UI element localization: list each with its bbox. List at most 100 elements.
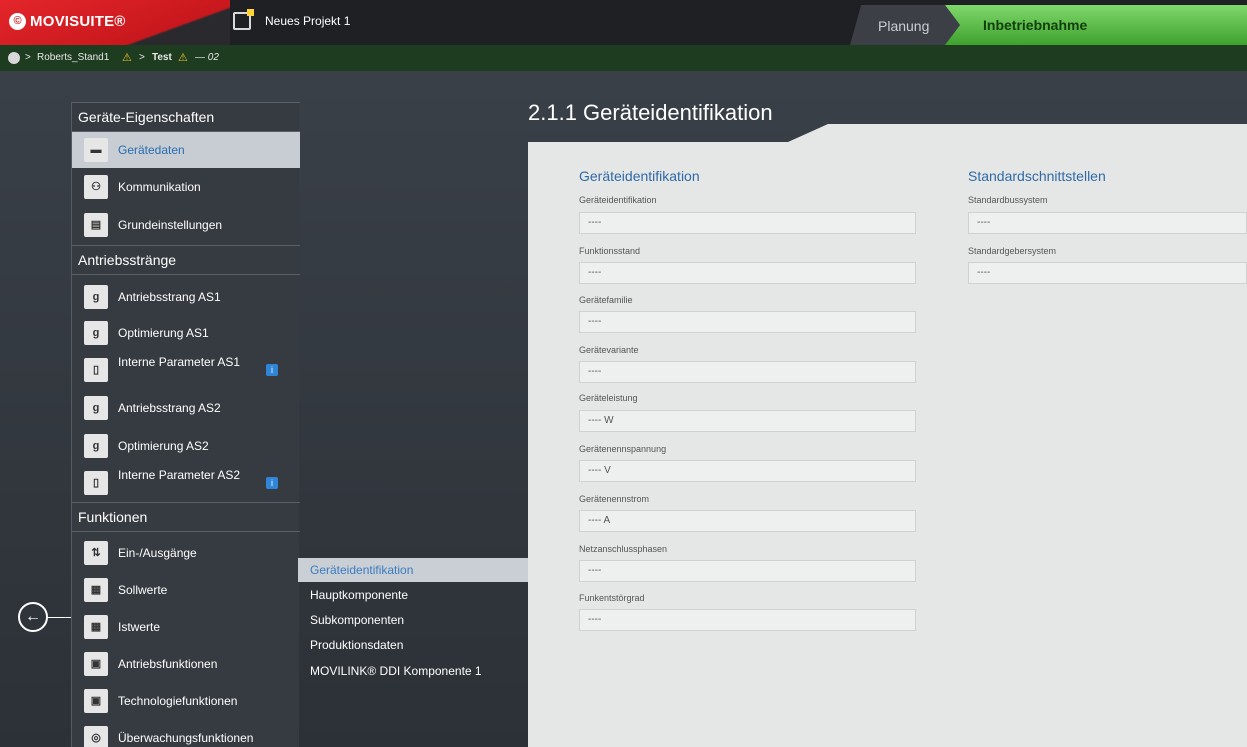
breadcrumb-item-3[interactable]: — 02 xyxy=(195,52,219,63)
nav-item-technologiefunktionen[interactable]: ▣ Technologiefunktionen xyxy=(72,683,300,719)
field-standardgebersystem: ---- xyxy=(968,262,1247,284)
subnav-item-movilink-ddi[interactable]: MOVILINK® DDI Komponente 1 xyxy=(298,659,528,683)
nav-item-label: Ein-/Ausgänge xyxy=(118,546,197,560)
field-geraetenennstrom: ---- A xyxy=(579,510,916,532)
field-label: Gerätenennspannung xyxy=(579,444,667,454)
nav-item-optimierung-as2[interactable]: g Optimierung AS2 xyxy=(72,428,300,464)
nav-item-ein-ausgaenge[interactable]: ⇅ Ein-/Ausgänge xyxy=(72,535,300,571)
nav-item-grundeinstellungen[interactable]: ▤ Grundeinstellungen xyxy=(72,207,300,243)
field-label: Gerätefamilie xyxy=(579,295,633,305)
back-button[interactable]: ← xyxy=(18,602,48,632)
field-label: Gerätevariante xyxy=(579,345,639,355)
field-geraetefamilie: ---- xyxy=(579,311,916,333)
home-icon[interactable] xyxy=(8,52,20,64)
nav-item-label: Antriebsstrang AS2 xyxy=(118,401,221,415)
nav-section-funktionen: Funktionen xyxy=(72,502,300,532)
nav-item-label: Optimierung AS2 xyxy=(118,439,209,453)
logo-text: MOVISUITE® xyxy=(30,13,126,30)
field-funkentstoergrad: ---- xyxy=(579,609,916,631)
nav-item-label: Interne Parameter AS1 xyxy=(118,355,241,369)
device-data-icon: ▬ xyxy=(84,138,108,162)
nav-item-optimierung-as1[interactable]: g Optimierung AS1 xyxy=(72,315,300,351)
io-icon: ⇅ xyxy=(84,541,108,565)
field-label: Standardbussystem xyxy=(968,195,1048,205)
nav-item-label: Antriebsstrang AS1 xyxy=(118,290,221,304)
actual-values-icon: ▦ xyxy=(84,615,108,639)
field-geraeteleistung: ---- W xyxy=(579,410,916,432)
group-title-standardschnittstellen: Standardschnittstellen xyxy=(968,168,1106,184)
nav-item-istwerte[interactable]: ▦ Istwerte xyxy=(72,609,300,645)
title-bar: © MOVISUITE® Neues Projekt 1 Planung Inb… xyxy=(0,0,1247,45)
info-icon: i xyxy=(266,364,278,376)
field-netzanschlussphasen: ---- xyxy=(579,560,916,582)
project-icon[interactable] xyxy=(233,9,254,30)
breadcrumb: > Roberts_Stand1 ⚠ > Test ⚠ — 02 xyxy=(0,45,1247,71)
nav-item-label: Interne Parameter AS2 xyxy=(118,468,241,482)
field-label: Gerätenennstrom xyxy=(579,494,650,504)
tab-inbetriebnahme-label: Inbetriebnahme xyxy=(983,17,1088,33)
group-title-geraeteidentifikation: Geräteidentifikation xyxy=(579,168,700,184)
field-standardbussystem: ---- xyxy=(968,212,1247,234)
nav-item-antriebsstrang-as2[interactable]: g Antriebsstrang AS2 xyxy=(72,390,300,426)
project-name[interactable]: Neues Projekt 1 xyxy=(265,14,350,28)
field-funktionsstand: ---- xyxy=(579,262,916,284)
optimization-icon: g xyxy=(84,434,108,458)
field-label: Funktionsstand xyxy=(579,246,641,256)
field-label: Geräteidentifikation xyxy=(579,195,657,205)
nav-item-sollwerte[interactable]: ▦ Sollwerte xyxy=(72,572,300,608)
breadcrumb-item-2[interactable]: Test xyxy=(152,52,172,63)
field-label: Geräteleistung xyxy=(579,393,638,403)
page-title: 2.1.1 Geräteidentifikation xyxy=(528,100,773,125)
field-label: Funkentstörgrad xyxy=(579,593,645,603)
settings-icon: ▤ xyxy=(84,213,108,237)
nav-item-label: Optimierung AS1 xyxy=(118,326,209,340)
subnav-item-geraeteidentifikation[interactable]: Geräteidentifikation xyxy=(298,558,528,582)
tab-inbetriebnahme[interactable]: Inbetriebnahme xyxy=(945,5,1247,45)
technology-icon: ▣ xyxy=(84,689,108,713)
nav-item-label: Sollwerte xyxy=(118,583,168,597)
drive-train-icon: g xyxy=(84,285,108,309)
subnav-item-hauptkomponente[interactable]: Hauptkomponente xyxy=(298,583,528,607)
nav-item-label: Antriebsfunktionen xyxy=(118,657,218,671)
nav-item-label: Kommunikation xyxy=(118,180,201,194)
chevron-right-icon: > xyxy=(25,52,31,63)
breadcrumb-item-1[interactable]: Roberts_Stand1 xyxy=(37,52,109,63)
field-label: Netzanschlussphasen xyxy=(579,544,668,554)
subnav-item-subkomponenten[interactable]: Subkomponenten xyxy=(298,608,528,632)
left-navigation: Geräte-Eigenschaften ▬ Gerätedaten ⚇ Kom… xyxy=(71,102,300,747)
back-connector xyxy=(48,617,71,618)
subnav-item-produktionsdaten[interactable]: Produktionsdaten xyxy=(298,633,528,657)
field-label: Standardgebersystem xyxy=(968,246,1057,256)
nav-item-label: Grundeinstellungen xyxy=(118,218,223,232)
tab-planung[interactable]: Planung xyxy=(850,5,962,45)
drive-functions-icon: ▣ xyxy=(84,652,108,676)
logo-icon: © xyxy=(9,13,26,30)
warning-icon: ⚠ xyxy=(178,52,188,64)
network-icon: ⚇ xyxy=(84,175,108,199)
field-geraetevariante: ---- xyxy=(579,361,916,383)
warning-icon: ⚠ xyxy=(122,52,132,64)
nav-item-label: Technologiefunktionen xyxy=(118,694,238,708)
nav-item-antriebsstrang-as1[interactable]: g Antriebsstrang AS1 xyxy=(72,279,300,315)
document-icon: ▯ xyxy=(84,471,108,495)
nav-item-geraetedaten[interactable]: ▬ Gerätedaten xyxy=(72,132,300,168)
drive-train-icon: g xyxy=(84,396,108,420)
field-geraetenennspannung: ---- V xyxy=(579,460,916,482)
nav-section-antriebsstraenge: Antriebsstränge xyxy=(72,245,300,275)
document-icon: ▯ xyxy=(84,358,108,382)
nav-item-label: Gerätedaten xyxy=(118,143,185,157)
nav-item-label: Istwerte xyxy=(118,620,161,634)
setpoint-icon: ▦ xyxy=(84,578,108,602)
movisuite-logo: © MOVISUITE® xyxy=(0,0,230,45)
nav-section-geraete: Geräte-Eigenschaften xyxy=(72,102,300,132)
info-icon: i xyxy=(266,477,278,489)
tab-planung-label: Planung xyxy=(878,18,930,34)
nav-item-interne-parameter-as2[interactable]: ▯ Interne Parameter AS2 i xyxy=(72,465,300,501)
nav-item-label: Überwachungsfunktionen xyxy=(118,731,254,745)
nav-item-ueberwachungsfunktionen[interactable]: ◎ Überwachungsfunktionen xyxy=(72,720,300,747)
nav-item-kommunikation[interactable]: ⚇ Kommunikation xyxy=(72,169,300,205)
nav-item-interne-parameter-as1[interactable]: ▯ Interne Parameter AS1 i xyxy=(72,352,300,388)
optimization-icon: g xyxy=(84,321,108,345)
nav-item-antriebsfunktionen[interactable]: ▣ Antriebsfunktionen xyxy=(72,646,300,682)
monitoring-icon: ◎ xyxy=(84,726,108,747)
